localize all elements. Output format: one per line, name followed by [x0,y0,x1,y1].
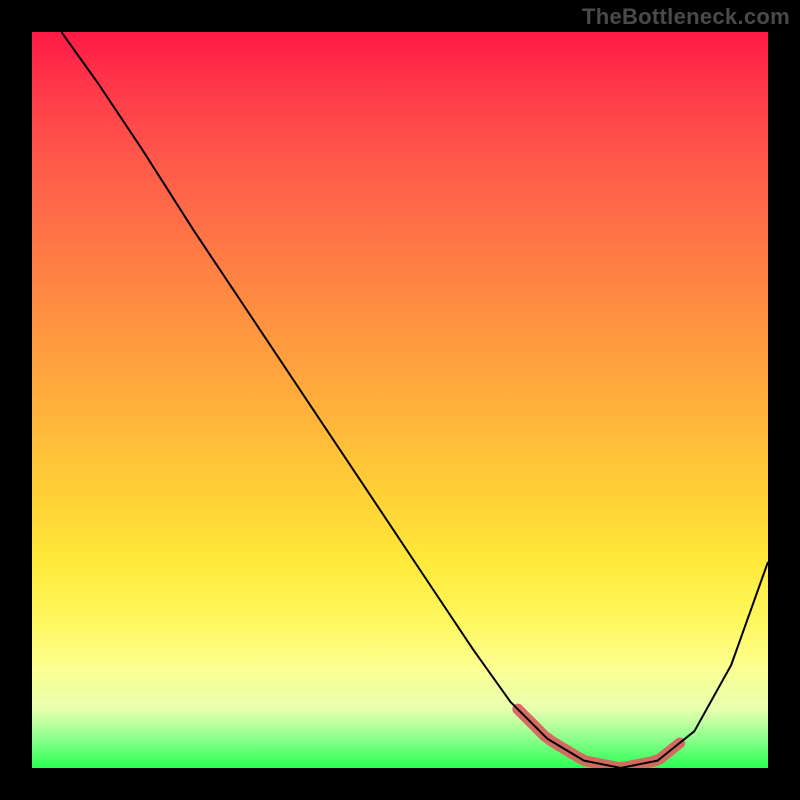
curve-line [61,32,768,768]
plot-area [32,32,768,768]
watermark-text: TheBottleneck.com [582,4,790,30]
highlight-band [518,709,680,768]
curve-svg [32,32,768,768]
chart-frame: TheBottleneck.com [0,0,800,800]
